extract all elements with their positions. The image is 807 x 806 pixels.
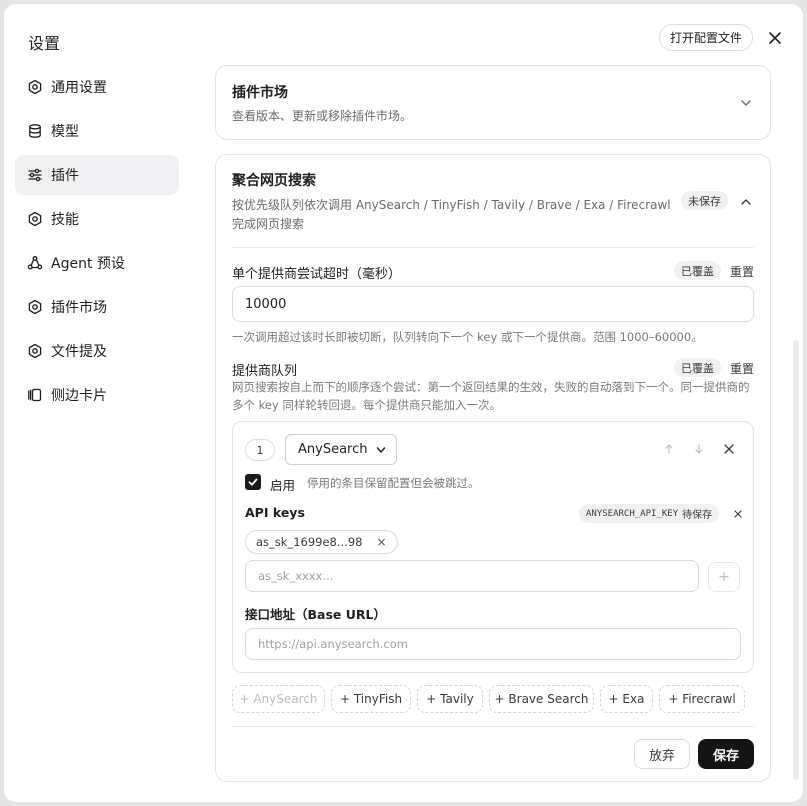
chevron-down-icon	[376, 447, 386, 453]
remove-provider-button[interactable]	[721, 441, 737, 457]
add-tinyfish-button[interactable]: + TinyFish	[331, 685, 411, 713]
open-config-button[interactable]: 打开配置文件	[659, 24, 753, 51]
timeout-label: 单个提供商尝试超时（毫秒）	[232, 267, 402, 282]
content-scrollbar[interactable]	[793, 340, 799, 780]
close-icon	[734, 510, 742, 518]
add-key-button[interactable]: +	[708, 562, 740, 592]
database-icon	[27, 123, 43, 139]
queue-label: 提供商队列	[232, 364, 298, 379]
sidebar-item-label: 插件	[51, 168, 79, 184]
api-key-chip[interactable]: as_sk_1699e8...98 ×	[245, 530, 398, 554]
add-provider-row: + AnySearch + TinyFish + Tavily + Brave …	[232, 685, 754, 715]
sidebar-item-label: 模型	[51, 124, 79, 140]
provider-select-value: AnySearch	[298, 442, 368, 457]
env-key-status: 待保存	[682, 510, 713, 521]
unsaved-badge: 未保存	[681, 191, 728, 210]
base-url-input[interactable]: https://api.anysearch.com	[245, 628, 741, 660]
sidebar-nav: 通用设置 模型 插件 技能 Agent 预设 插件市场 文件提及 侧边卡片	[15, 67, 179, 419]
timeout-input[interactable]: 10000	[232, 286, 754, 322]
gear-icon	[27, 343, 43, 359]
queue-reset-button[interactable]: 重置	[730, 360, 754, 377]
cards-icon	[27, 387, 43, 403]
web-search-description: 按优先级队列依次调用 AnySearch / TinyFish / Tavily…	[232, 198, 671, 231]
sidebar-item-plugins[interactable]: 插件	[15, 155, 179, 195]
arrow-up-icon	[665, 444, 673, 454]
provider-select[interactable]: AnySearch	[285, 434, 397, 465]
close-button[interactable]	[763, 26, 787, 50]
arrow-down-icon	[695, 444, 703, 454]
env-key-name: ANYSEARCH_API_KEY	[586, 508, 679, 519]
timeout-hint: 一次调用超过该时长即被切断，队列转向下一个 key 或下一个提供商。范围 100…	[232, 330, 703, 344]
chevron-up-icon[interactable]	[739, 195, 753, 209]
close-icon	[724, 444, 734, 454]
web-search-card: 聚合网页搜索 按优先级队列依次调用 AnySearch / TinyFish /…	[215, 154, 771, 782]
api-key-chip-text: as_sk_1699e8...98	[256, 535, 363, 549]
cancel-button[interactable]: 放弃	[634, 739, 690, 769]
sidebar-item-skills[interactable]: 技能	[15, 199, 179, 239]
sidebar-item-side-cards[interactable]: 侧边卡片	[15, 375, 179, 415]
move-up-button[interactable]	[661, 441, 677, 457]
queue-override-badge: 已覆盖	[674, 358, 721, 377]
plugin-market-description: 查看版本、更新或移除插件市场。	[232, 109, 413, 123]
add-exa-button[interactable]: + Exa	[600, 685, 653, 713]
plugins-content: 插件市场 查看版本、更新或移除插件市场。 聚合网页搜索 按优先级队列依次调用 A…	[215, 65, 771, 802]
gear-icon	[27, 299, 43, 315]
plus-icon: +	[718, 569, 730, 585]
sidebar-item-label: Agent 预设	[51, 256, 125, 272]
web-search-title: 聚合网页搜索	[232, 173, 316, 189]
enabled-label: 启用	[270, 478, 296, 493]
sidebar-item-label: 文件提及	[51, 344, 107, 360]
settings-dialog: 设置 打开配置文件 通用设置 模型 插件 技能 Agent 预设 插件市场 文件…	[4, 4, 803, 802]
api-key-input[interactable]: as_sk_xxxx...	[245, 560, 699, 592]
plugin-market-card[interactable]: 插件市场 查看版本、更新或移除插件市场。	[215, 65, 771, 140]
sidebar-item-plugin-market[interactable]: 插件市场	[15, 287, 179, 327]
env-key-badge: ANYSEARCH_API_KEY 待保存	[579, 504, 720, 523]
move-down-button[interactable]	[691, 441, 707, 457]
provider-entry: 1 AnySearch 启用 停用的条目保留配置但会被跳过。 API keys …	[232, 421, 754, 673]
save-button[interactable]: 保存	[698, 739, 754, 769]
queue-hint: 网页搜索按自上而下的顺序逐个尝试：第一个返回结果的生效，失败的自动落到下一个。同…	[232, 380, 750, 412]
api-keys-label: API keys	[245, 505, 305, 520]
provider-index: 1	[245, 439, 275, 461]
remove-key-icon[interactable]: ×	[376, 535, 386, 549]
gear-icon	[27, 211, 43, 227]
add-tavily-button[interactable]: + Tavily	[417, 685, 483, 713]
sidebar-item-models[interactable]: 模型	[15, 111, 179, 151]
timeout-override-badge: 已覆盖	[674, 261, 721, 280]
sliders-icon	[27, 167, 43, 183]
divider	[232, 726, 754, 727]
sidebar-item-file-mentions[interactable]: 文件提及	[15, 331, 179, 371]
add-brave-search-button[interactable]: + Brave Search	[489, 685, 594, 713]
timeout-reset-button[interactable]: 重置	[730, 263, 754, 280]
close-icon	[769, 32, 781, 44]
sidebar-item-label: 插件市场	[51, 300, 107, 316]
sidebar-item-label: 通用设置	[51, 80, 107, 96]
clear-env-key-button[interactable]	[730, 506, 746, 522]
sidebar-item-label: 侧边卡片	[51, 388, 107, 404]
chevron-down-icon[interactable]	[739, 96, 753, 110]
base-url-label: 接口地址（Base URL）	[245, 607, 386, 622]
enabled-checkbox[interactable]	[245, 474, 261, 490]
add-firecrawl-button[interactable]: + Firecrawl	[659, 685, 745, 713]
checkmark-icon	[248, 478, 258, 486]
agent-icon	[27, 255, 43, 271]
sidebar-item-agent-presets[interactable]: Agent 预设	[15, 243, 179, 283]
add-anysearch-button[interactable]: + AnySearch	[232, 685, 325, 713]
divider	[232, 247, 754, 248]
plugin-market-title: 插件市场	[232, 85, 288, 101]
gear-icon	[27, 79, 43, 95]
sidebar-item-general[interactable]: 通用设置	[15, 67, 179, 107]
enabled-hint: 停用的条目保留配置但会被跳过。	[307, 476, 480, 490]
dialog-title: 设置	[28, 34, 61, 53]
sidebar-item-label: 技能	[51, 212, 79, 228]
